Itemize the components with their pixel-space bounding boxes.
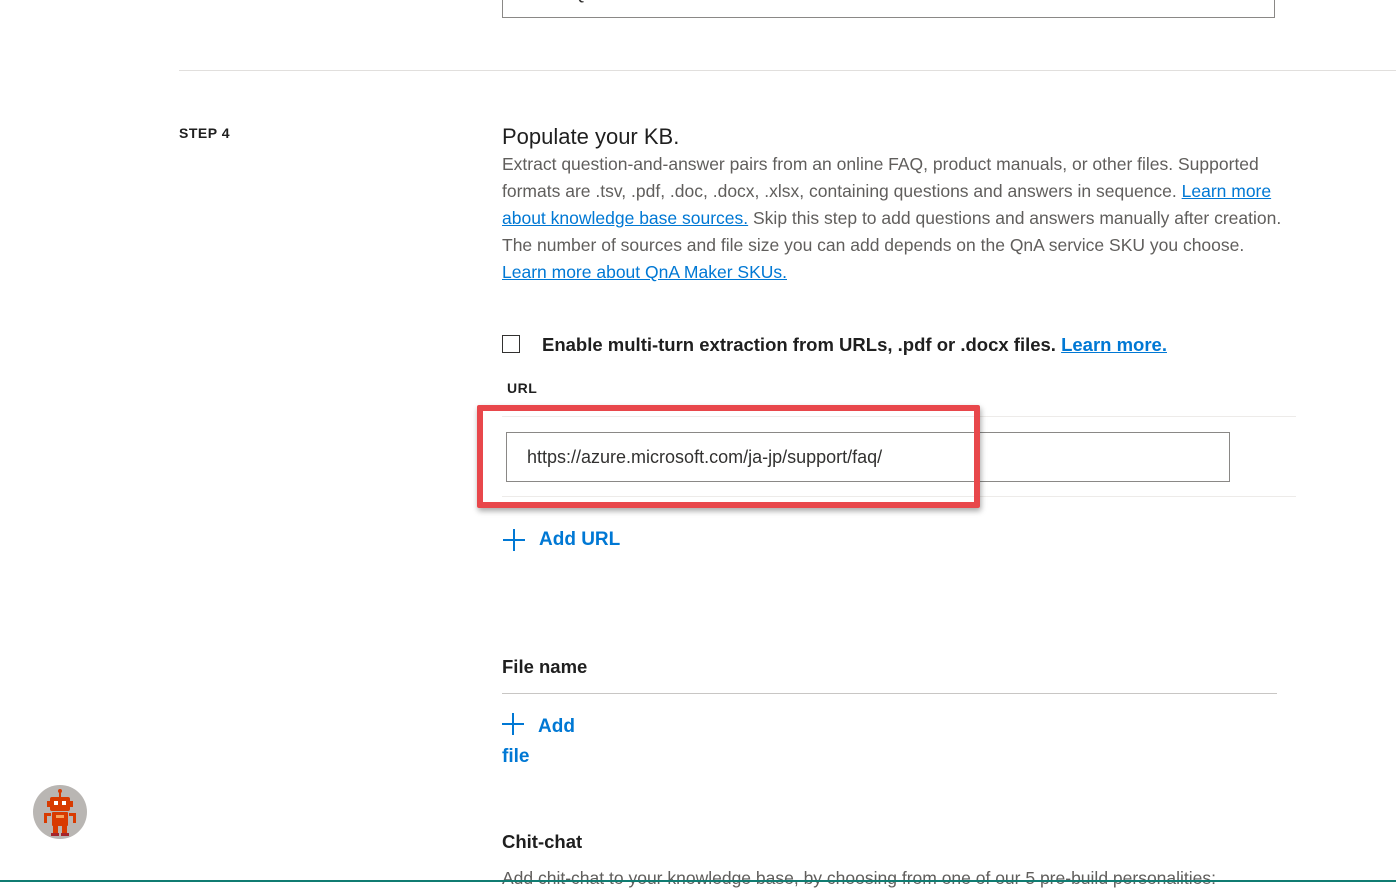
chitchat-heading: Chit-chat [502,831,583,852]
kb-name-field[interactable]: AzureQnA [502,0,1275,18]
multiturn-label-text: Enable multi-turn extraction from URLs, … [542,334,1056,355]
robot-avatar-icon[interactable] [33,785,87,839]
plus-icon [502,713,524,735]
add-url-label: Add URL [539,529,621,550]
chitchat-description: Add chit-chat to your knowledge base, by… [502,868,1217,888]
robot-icon [44,789,76,836]
plus-icon [503,529,525,551]
step-label: STEP 4 [179,125,230,141]
url-row-divider [502,416,1296,417]
file-name-header: File name [502,656,588,677]
section-divider [179,70,1396,71]
add-url-button[interactable]: Add URL [503,529,620,551]
url-row-divider [502,496,1296,497]
description-text: Extract question-and-answer pairs from a… [502,154,1259,201]
qna-skus-link[interactable]: Learn more about QnA Maker SKUs. [502,262,787,282]
file-divider [502,693,1277,694]
multiturn-learn-more-link[interactable]: Learn more. [1061,334,1167,355]
multiturn-checkbox[interactable] [502,335,520,353]
step-heading: Populate your KB. [502,124,680,149]
url-input[interactable] [506,432,1230,482]
add-file-button[interactable]: Add file [502,712,592,772]
step-description: Extract question-and-answer pairs from a… [502,151,1292,286]
url-column-header: URL [507,380,538,396]
multiturn-label: Enable multi-turn extraction from URLs, … [542,334,1167,356]
